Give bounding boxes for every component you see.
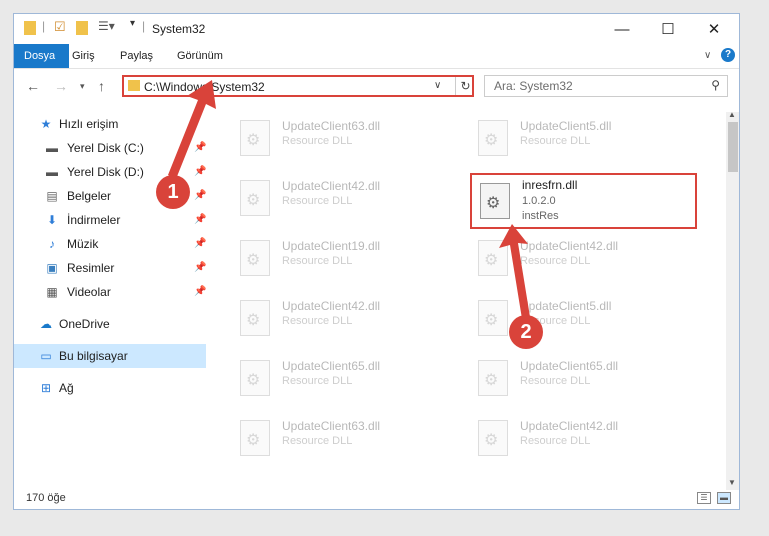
callout-1: 1 xyxy=(156,175,190,209)
arrow-1 xyxy=(168,80,216,179)
arrow-2 xyxy=(499,224,531,325)
annotation-arrows xyxy=(168,80,531,325)
callout-2: 2 xyxy=(509,315,543,349)
